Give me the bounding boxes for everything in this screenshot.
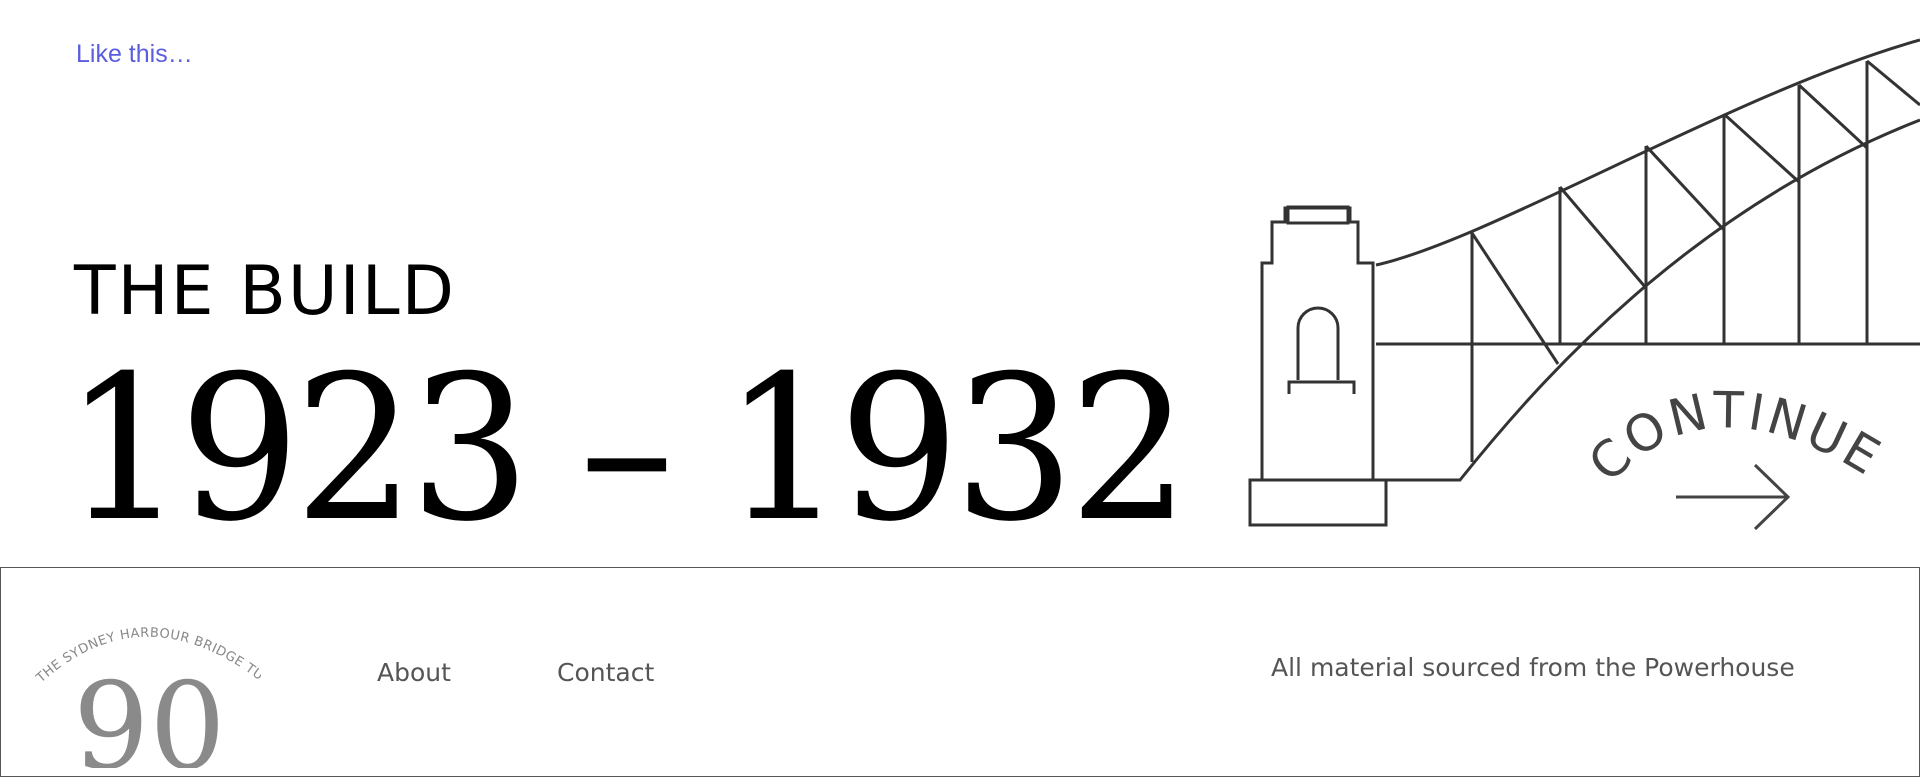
- nav-about-link[interactable]: About: [377, 658, 451, 687]
- site-footer: THE SYDNEY HARBOUR BRIDGE TURNS 90 About…: [0, 567, 1920, 777]
- site-logo[interactable]: THE SYDNEY HARBOUR BRIDGE TURNS 90: [31, 598, 261, 768]
- source-credit: All material sourced from the Powerhouse: [1271, 653, 1795, 682]
- logo-number: 90: [73, 658, 226, 768]
- continue-button[interactable]: CONTINUE: [1590, 390, 1890, 540]
- year-range: 1923 – 1932: [64, 333, 1190, 566]
- like-this-link[interactable]: Like this…: [76, 40, 193, 69]
- section-title: THE BUILD: [74, 252, 456, 331]
- nav-contact-link[interactable]: Contact: [557, 658, 654, 687]
- pylon-drawing: [1248, 205, 1388, 527]
- arrow-right-icon: [1676, 463, 1791, 531]
- continue-label: CONTINUE: [1590, 390, 1890, 493]
